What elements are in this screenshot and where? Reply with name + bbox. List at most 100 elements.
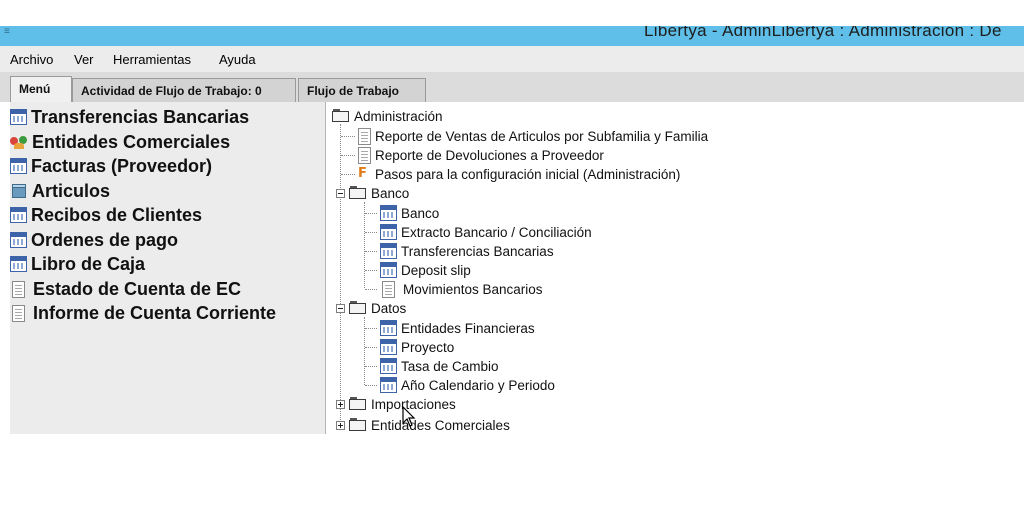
tree-label: Administración [354, 108, 443, 124]
tree-label: Reporte de Devoluciones a Proveedor [375, 147, 604, 163]
favorite-item[interactable]: Facturas (Proveedor) [10, 155, 212, 177]
favorite-item[interactable]: Ordenes de pago [10, 229, 178, 251]
favorite-item[interactable]: Informe de Cuenta Corriente [10, 302, 276, 324]
tree-connector [365, 347, 377, 348]
folder-icon [349, 301, 367, 315]
favorite-label: Informe de Cuenta Corriente [33, 302, 277, 323]
tree-item[interactable]: Extracto Bancario / Conciliación [380, 223, 592, 241]
tree-label: Entidades Financieras [401, 320, 535, 336]
window-icon [380, 339, 397, 355]
window-icon: ≡ [4, 26, 10, 37]
tree-connector [341, 136, 355, 137]
report-icon [12, 304, 25, 322]
tree-item[interactable]: Deposit slip [380, 261, 471, 279]
window-icon [380, 320, 397, 336]
tree-item[interactable]: Banco [380, 204, 439, 222]
favorite-item[interactable]: Estado de Cuenta de EC [10, 278, 241, 300]
tree-label: Año Calendario y Periodo [401, 377, 555, 393]
tree-label: Movimientos Bancarios [403, 281, 543, 297]
tree-connector [365, 213, 377, 214]
window-icon [10, 207, 27, 223]
tree-connector [365, 366, 377, 367]
report-icon [358, 146, 371, 164]
people-icon [10, 134, 28, 150]
favorite-label: Articulos [32, 180, 111, 201]
tab-workflow-activity[interactable]: Actividad de Flujo de Trabajo: 0 [72, 78, 296, 102]
tree-item[interactable]: F Pasos para la configuración inicial (A… [358, 165, 680, 183]
window-icon [10, 256, 27, 272]
tree-connector [365, 328, 377, 329]
screen-top-margin [0, 0, 1024, 26]
favorite-item[interactable]: Libro de Caja [10, 253, 145, 275]
favorite-label: Libro de Caja [31, 253, 146, 274]
tree-label: Entidades Comerciales [371, 417, 510, 433]
tab-workflow[interactable]: Flujo de Trabajo [298, 78, 426, 102]
window-icon [10, 109, 27, 125]
tree-label: Datos [371, 300, 407, 316]
tree-label: Pasos para la configuración inicial (Adm… [375, 166, 681, 182]
favorite-item[interactable]: Recibos de Clientes [10, 204, 202, 226]
tree-label: Extracto Bancario / Conciliación [401, 224, 592, 240]
favorite-label: Transferencias Bancarias [31, 106, 250, 127]
tree-item[interactable]: Reporte de Devoluciones a Proveedor [358, 146, 604, 164]
tree-folder-importaciones[interactable]: Importaciones [336, 395, 456, 413]
menu-tree-panel: Administración Reporte de Ventas de Arti… [330, 102, 1024, 434]
favorite-item[interactable]: Transferencias Bancarias [10, 106, 249, 128]
report-icon [382, 280, 395, 298]
tab-bar: Menú Actividad de Flujo de Trabajo: 0 Fl… [0, 72, 1024, 102]
tab-menu[interactable]: Menú [10, 76, 72, 102]
menu-ver[interactable]: Ver [74, 52, 94, 67]
tree-folder-entidades-comerciales[interactable]: Entidades Comerciales [336, 416, 510, 434]
window-icon [380, 205, 397, 221]
folder-icon [332, 109, 350, 123]
tree-connector [364, 202, 365, 288]
window-icon [380, 358, 397, 374]
favorite-label: Recibos de Clientes [31, 204, 203, 225]
window-icon [380, 224, 397, 240]
tree-item[interactable]: Reporte de Ventas de Articulos por Subfa… [358, 127, 708, 145]
tree-connector [365, 232, 377, 233]
tree-connector [365, 385, 377, 386]
favorite-item[interactable]: Entidades Comerciales [10, 131, 230, 153]
expand-icon[interactable] [336, 399, 345, 409]
tree-connector [341, 174, 355, 175]
tree-item[interactable]: Movimientos Bancarios [382, 280, 543, 298]
expand-icon[interactable] [336, 420, 345, 430]
tree-label: Banco [401, 205, 440, 221]
mouse-cursor-icon [402, 406, 416, 427]
product-icon [10, 183, 28, 199]
tree-folder-banco[interactable]: Banco [336, 184, 409, 202]
title-bar: ≡ Libertya - AdminLibertya : Administrac… [0, 26, 1024, 46]
menu-archivo[interactable]: Archivo [10, 52, 53, 67]
collapse-icon[interactable] [336, 188, 345, 198]
tree-item[interactable]: Entidades Financieras [380, 319, 535, 337]
tree-label: Deposit slip [401, 262, 471, 278]
favorite-label: Ordenes de pago [31, 229, 179, 250]
tree-label: Transferencias Bancarias [401, 243, 554, 259]
menu-ayuda[interactable]: Ayuda [219, 52, 256, 67]
tree-item[interactable]: Proyecto [380, 338, 454, 356]
window-icon [10, 158, 27, 174]
favorite-item[interactable]: Articulos [10, 180, 110, 202]
menu-herramientas[interactable]: Herramientas [113, 52, 191, 67]
tree-item[interactable]: Transferencias Bancarias [380, 242, 554, 260]
folder-icon [349, 397, 367, 411]
window-title: Libertya - AdminLibertya : Administració… [644, 26, 1002, 40]
tree-folder-datos[interactable]: Datos [336, 299, 406, 317]
window-icon [10, 232, 27, 248]
tree-item[interactable]: Tasa de Cambio [380, 357, 499, 375]
tree-item[interactable]: Año Calendario y Periodo [380, 376, 555, 394]
menu-bar: Archivo Ver Herramientas Ayuda [0, 46, 1024, 72]
favorite-label: Entidades Comerciales [32, 131, 231, 152]
report-icon [358, 127, 371, 145]
window-icon [380, 377, 397, 393]
tree-label: Banco [371, 185, 410, 201]
window-icon [380, 243, 397, 259]
window-icon [380, 262, 397, 278]
tree-root[interactable]: Administración [332, 107, 443, 125]
collapse-icon[interactable] [336, 303, 345, 313]
tree-label: Proyecto [401, 339, 455, 355]
tree-connector [341, 155, 355, 156]
tree-connector [365, 289, 377, 290]
favorites-panel: Transferencias Bancarias Entidades Comer… [10, 102, 326, 434]
